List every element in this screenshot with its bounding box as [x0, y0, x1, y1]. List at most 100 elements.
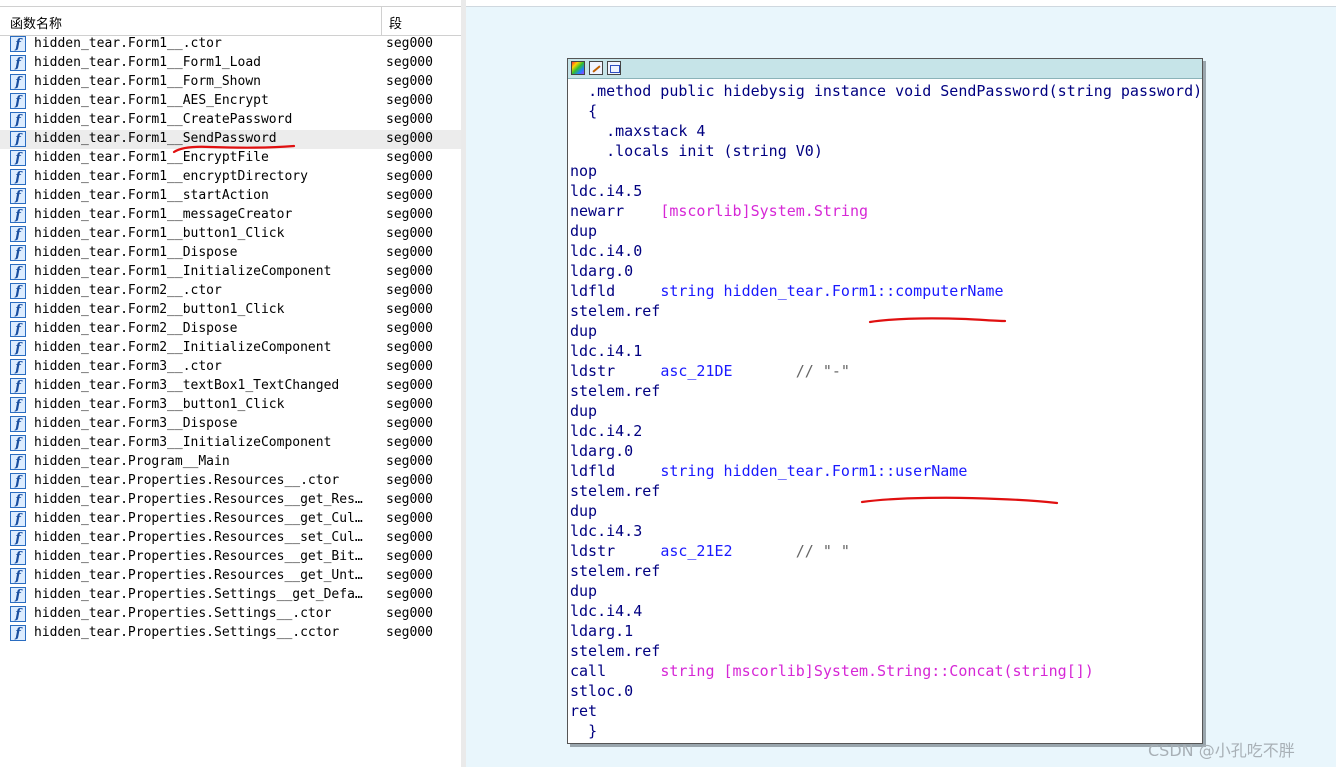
graph-view[interactable]: .method public hidebysig instance void S…	[466, 0, 1336, 767]
code-line[interactable]: .maxstack 4	[570, 121, 1202, 141]
code-opcode: }	[588, 722, 598, 740]
code-line[interactable]: call string [mscorlib]System.String::Con…	[570, 661, 1202, 681]
function-name: hidden_tear.Properties.Resources__.ctor	[34, 473, 340, 488]
function-row[interactable]: f hidden_tear.Form2__button1_Click seg000	[0, 301, 461, 320]
code-line[interactable]: dup	[570, 401, 1202, 421]
code-opcode: stelem.ref	[570, 482, 661, 500]
code-line[interactable]: ldc.i4.0	[570, 241, 1202, 261]
function-row[interactable]: f hidden_tear.Form1__Form1_Load seg000	[0, 54, 461, 73]
color-palette-icon[interactable]	[571, 61, 585, 75]
function-row[interactable]: f hidden_tear.Form2__Dispose seg000	[0, 320, 461, 339]
code-line[interactable]: ldc.i4.2	[570, 421, 1202, 441]
group-nodes-icon[interactable]	[607, 61, 621, 75]
disassembly-lines: .method public hidebysig instance void S…	[570, 81, 1202, 741]
code-line[interactable]: ldstr asc_21DE // "-"	[570, 361, 1202, 381]
node-titlebar[interactable]	[568, 59, 1202, 79]
code-line[interactable]: ldarg.0	[570, 261, 1202, 281]
annotation-underline-sendpassword	[172, 144, 296, 154]
function-row[interactable]: f hidden_tear.Form3__button1_Click seg000	[0, 396, 461, 415]
function-segment: seg000	[386, 625, 433, 640]
function-row[interactable]: f hidden_tear.Form1__.ctor seg000	[0, 35, 461, 54]
function-row[interactable]: f hidden_tear.Program__Main seg000	[0, 453, 461, 472]
function-row[interactable]: f hidden_tear.Properties.Resources__get_C…	[0, 510, 461, 529]
function-row[interactable]: f hidden_tear.Form2__.ctor seg000	[0, 282, 461, 301]
code-opcode: stelem.ref	[570, 642, 661, 660]
function-icon: f	[10, 473, 26, 489]
function-segment: seg000	[386, 55, 433, 70]
code-line[interactable]: newarr [mscorlib]System.String	[570, 201, 1202, 221]
function-row[interactable]: f hidden_tear.Form1__encryptDirectory seg0…	[0, 168, 461, 187]
code-operand[interactable]: string [mscorlib]System.String::Concat(s…	[660, 662, 1093, 680]
function-name: hidden_tear.Form2__InitializeComponent	[34, 340, 332, 355]
code-line[interactable]: ldfld string hidden_tear.Form1::userName	[570, 461, 1202, 481]
code-line[interactable]: ret	[570, 701, 1202, 721]
column-header-segment[interactable]: 段	[389, 13, 402, 32]
function-row[interactable]: f hidden_tear.Form1__messageCreator seg000	[0, 206, 461, 225]
function-name: hidden_tear.Form1__CreatePassword	[34, 112, 293, 127]
function-row[interactable]: f hidden_tear.Properties.Settings__get_De…	[0, 586, 461, 605]
function-row[interactable]: f hidden_tear.Form1__AES_Encrypt seg000	[0, 92, 461, 111]
code-operand[interactable]: string hidden_tear.Form1::userName	[660, 462, 967, 480]
function-row[interactable]: f hidden_tear.Form1__Dispose seg000	[0, 244, 461, 263]
code-line[interactable]: dup	[570, 581, 1202, 601]
function-row[interactable]: f hidden_tear.Form3__Dispose seg000	[0, 415, 461, 434]
function-icon: f	[10, 397, 26, 413]
code-line[interactable]: ldc.i4.5	[570, 181, 1202, 201]
code-line[interactable]: ldc.i4.1	[570, 341, 1202, 361]
function-row[interactable]: f hidden_tear.Properties.Settings__.cctor…	[0, 624, 461, 643]
code-line[interactable]: ldc.i4.4	[570, 601, 1202, 621]
code-opcode: dup	[570, 502, 598, 520]
code-line[interactable]: .locals init (string V0)	[570, 141, 1202, 161]
function-row[interactable]: f hidden_tear.Form1__CreatePassword seg000	[0, 111, 461, 130]
function-name: hidden_tear.Form3__button1_Click	[34, 397, 285, 412]
function-row[interactable]: f hidden_tear.Form3__textBox1_TextChanged…	[0, 377, 461, 396]
function-row[interactable]: f hidden_tear.Properties.Resources__get_R…	[0, 491, 461, 510]
function-row[interactable]: f hidden_tear.Properties.Resources__set_C…	[0, 529, 461, 548]
rename-node-icon[interactable]	[589, 61, 603, 75]
function-name: hidden_tear.Properties.Resources__get_Re…	[34, 492, 363, 507]
function-row[interactable]: f hidden_tear.Properties.Resources__get_B…	[0, 548, 461, 567]
function-row[interactable]: f hidden_tear.Form1__InitializeComponent s…	[0, 263, 461, 282]
function-segment: seg000	[386, 454, 433, 469]
code-opcode: {	[588, 102, 598, 120]
code-line[interactable]: }	[570, 721, 1202, 741]
code-line[interactable]: ldarg.1	[570, 621, 1202, 641]
code-line[interactable]: stelem.ref	[570, 561, 1202, 581]
code-line[interactable]: nop	[570, 161, 1202, 181]
function-name: hidden_tear.Form1__Form1_Load	[34, 55, 261, 70]
function-icon: f	[10, 150, 26, 166]
code-line[interactable]: stloc.0	[570, 681, 1202, 701]
function-row[interactable]: f hidden_tear.Properties.Resources__get_U…	[0, 567, 461, 586]
code-line[interactable]: ldc.i4.3	[570, 521, 1202, 541]
code-line[interactable]: ldstr asc_21E2 // " "	[570, 541, 1202, 561]
function-icon: f	[10, 321, 26, 337]
code-operand[interactable]: [mscorlib]System.String	[660, 202, 868, 220]
function-row[interactable]: f hidden_tear.Form3__InitializeComponent s…	[0, 434, 461, 453]
column-header-name[interactable]: 函数名称	[10, 13, 62, 32]
code-line[interactable]: stelem.ref	[570, 641, 1202, 661]
function-row[interactable]: f hidden_tear.Properties.Resources__.ctor…	[0, 472, 461, 491]
function-icon: f	[10, 226, 26, 242]
function-segment: seg000	[386, 74, 433, 89]
code-line[interactable]: stelem.ref	[570, 381, 1202, 401]
column-divider[interactable]	[381, 7, 382, 35]
function-row[interactable]: f hidden_tear.Form1__Form_Shown seg000	[0, 73, 461, 92]
code-block-node[interactable]: .method public hidebysig instance void S…	[567, 58, 1203, 744]
function-segment: seg000	[386, 568, 433, 583]
function-row[interactable]: f hidden_tear.Properties.Settings__.ctor s…	[0, 605, 461, 624]
function-row[interactable]: f hidden_tear.Form2__InitializeComponent s…	[0, 339, 461, 358]
code-line[interactable]: dup	[570, 221, 1202, 241]
code-operand[interactable]: asc_21E2	[660, 542, 732, 560]
code-operand[interactable]: string hidden_tear.Form1::computerName	[660, 282, 1003, 300]
code-operand[interactable]: asc_21DE	[660, 362, 732, 380]
function-row[interactable]: f hidden_tear.Form1__button1_Click seg000	[0, 225, 461, 244]
function-row[interactable]: f hidden_tear.Form3__.ctor seg000	[0, 358, 461, 377]
code-line[interactable]: {	[570, 101, 1202, 121]
code-opcode: ldc.i4.5	[570, 182, 643, 200]
code-line[interactable]: ldarg.0	[570, 441, 1202, 461]
function-row[interactable]: f hidden_tear.Form1__startAction seg000	[0, 187, 461, 206]
code-opcode: .maxstack 4	[606, 122, 706, 140]
code-line[interactable]: .method public hidebysig instance void S…	[570, 81, 1202, 101]
code-line[interactable]: ldfld string hidden_tear.Form1::computer…	[570, 281, 1202, 301]
